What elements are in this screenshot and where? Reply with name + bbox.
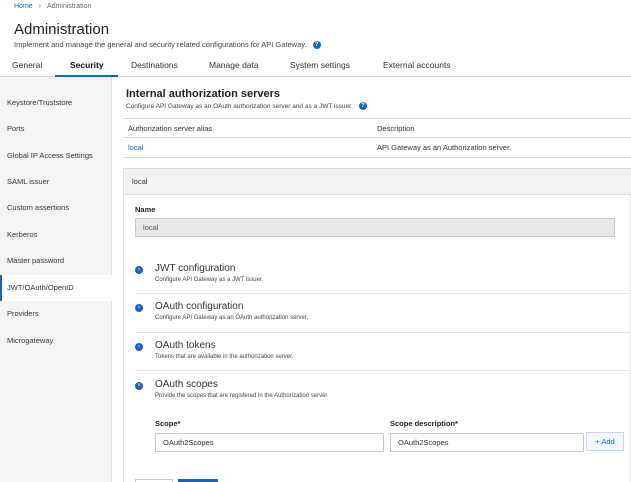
sidebar-item-providers[interactable]: Providers: [0, 301, 112, 327]
accordion-description: Provide the scopes that are registered i…: [155, 393, 328, 399]
server-alias-link[interactable]: local: [128, 138, 143, 158]
detail-panel-header: local: [124, 169, 631, 195]
sidebar-item-custom-assertions[interactable]: Custom assertions: [0, 195, 112, 221]
sidebar-item-microgateway[interactable]: Microgateway: [0, 328, 112, 354]
authorization-servers-table: Authorization server alias Description l…: [123, 118, 631, 158]
column-header-alias[interactable]: Authorization server alias: [128, 119, 212, 138]
sidebar-item-global-ip-access[interactable]: Global IP Access Settings: [0, 143, 112, 169]
tab-manage-data[interactable]: Manage data: [209, 60, 259, 70]
accordion-oauth-configuration[interactable]: › OAuth configuration Configure API Gate…: [135, 295, 631, 333]
breadcrumb-home-link[interactable]: Home: [14, 3, 33, 10]
breadcrumb-current: Administration: [47, 3, 92, 10]
tab-external-accounts[interactable]: External accounts: [383, 60, 451, 70]
accordion-title: OAuth configuration: [155, 301, 244, 312]
chevron-right-icon[interactable]: ›: [135, 304, 143, 312]
add-scope-button[interactable]: + Add: [586, 432, 624, 451]
sidebar-item-ports[interactable]: Ports: [0, 116, 112, 142]
accordion-description: Configure API Gateway as a JWT issuer.: [155, 277, 264, 283]
accordion-jwt-configuration[interactable]: › JWT configuration Configure API Gatewa…: [135, 257, 631, 294]
tab-general[interactable]: General: [12, 60, 42, 70]
accordion-oauth-tokens[interactable]: › OAuth tokens Tokens that are available…: [135, 334, 631, 371]
accordion-description: Tokens that are available in the authori…: [155, 354, 294, 360]
accordion-title: OAuth tokens: [155, 340, 216, 351]
tab-security[interactable]: Security: [70, 60, 104, 70]
accordion-title: JWT configuration: [155, 263, 236, 274]
sidebar: Keystore/Truststore Ports Global IP Acce…: [0, 77, 112, 482]
chevron-right-icon[interactable]: ›: [135, 266, 143, 274]
sidebar-item-jwt-oauth-openid[interactable]: JWT/OAuth/OpenID: [0, 275, 112, 301]
tab-system-settings[interactable]: System settings: [290, 60, 350, 70]
sidebar-item-master-password[interactable]: Master password: [0, 248, 112, 274]
section-subtitle: Configure API Gateway as an OAuth author…: [126, 102, 367, 110]
chevron-right-icon[interactable]: ›: [135, 343, 143, 351]
breadcrumb-separator: ›: [38, 3, 42, 10]
column-header-description[interactable]: Description: [377, 119, 415, 138]
tab-bar: General Security Destinations Manage dat…: [0, 55, 631, 77]
name-label: Name: [135, 205, 156, 214]
tab-destinations[interactable]: Destinations: [131, 60, 178, 70]
accordion-description: Configure API Gateway as an OAuth author…: [155, 315, 309, 321]
name-field[interactable]: local: [135, 218, 615, 237]
breadcrumb: Home › Administration: [14, 3, 91, 10]
chevron-down-icon[interactable]: ˅: [135, 382, 143, 390]
help-icon[interactable]: ?: [312, 40, 321, 49]
accordion-title: OAuth scopes: [155, 379, 218, 390]
scope-label: Scope*: [155, 419, 181, 428]
page-subtitle-text: Implement and manage the general and sec…: [14, 40, 307, 49]
detail-panel-title: local: [132, 177, 148, 186]
sidebar-item-kerberos[interactable]: Kerberos: [0, 222, 112, 248]
scope-input[interactable]: OAuth2Scopes: [155, 433, 384, 452]
sidebar-item-keystore-truststore[interactable]: Keystore/Truststore: [0, 90, 112, 116]
section-title: Internal authorization servers: [126, 88, 281, 100]
page-title: Administration: [14, 21, 110, 38]
sidebar-item-saml-issuer[interactable]: SAML issuer: [0, 169, 112, 195]
scope-description-input[interactable]: OAuth2Scopes: [390, 433, 584, 452]
page-subtitle: Implement and manage the general and sec…: [14, 40, 321, 49]
table-row[interactable]: local API Gateway as an Authorization se…: [123, 138, 631, 158]
server-description: API Gateway as an Authorization server.: [377, 143, 512, 152]
section-subtitle-text: Configure API Gateway as an OAuth author…: [126, 102, 353, 110]
accordion-oauth-scopes[interactable]: ˅ OAuth scopes Provide the scopes that a…: [135, 372, 631, 406]
table-header: Authorization server alias Description: [123, 119, 631, 138]
help-icon[interactable]: ?: [358, 102, 367, 110]
scope-description-label: Scope description*: [390, 419, 458, 428]
